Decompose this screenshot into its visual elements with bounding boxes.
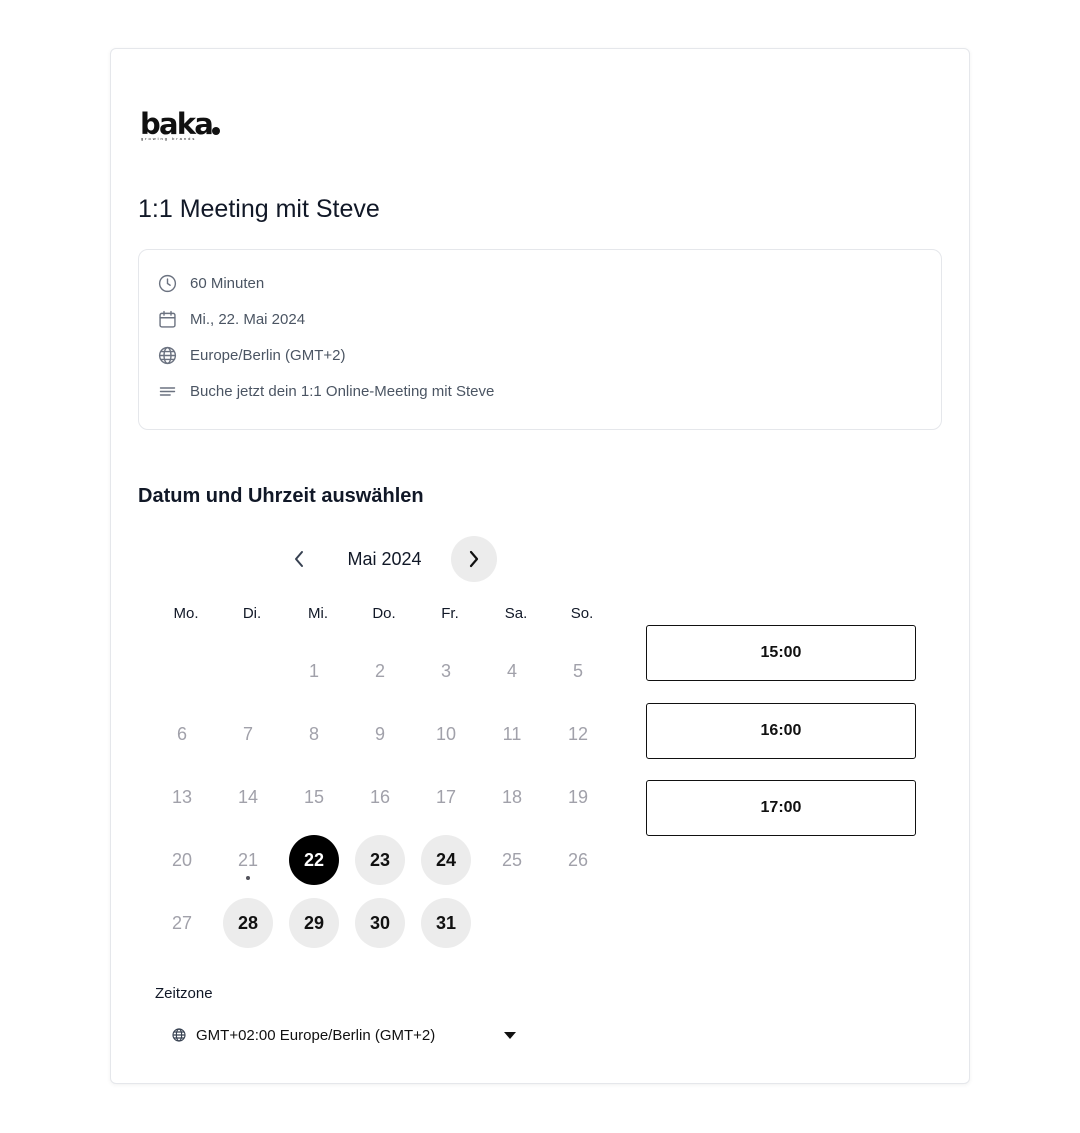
logo-wordmark: baka — [140, 107, 214, 141]
calendar-day: 17 — [435, 786, 457, 807]
calendar-day: 6 — [176, 723, 187, 744]
booking-card: baka growing brands 1:1 Meeting mit Stev… — [110, 48, 970, 1084]
duration-row: 60 Minuten — [157, 273, 264, 294]
calendar-day[interactable]: 23 — [355, 835, 405, 885]
calendar-day: 27 — [171, 912, 193, 933]
timezone-select[interactable]: GMT+02:00 Europe/Berlin (GMT+2) — [171, 1019, 516, 1051]
date-time-section-title: Datum und Uhrzeit auswählen — [138, 485, 424, 507]
timezone-select-value: GMT+02:00 Europe/Berlin (GMT+2) — [196, 1026, 436, 1044]
calendar-icon — [159, 310, 176, 328]
calendar-day: 12 — [567, 723, 589, 744]
calendar-day: 9 — [374, 723, 385, 744]
logo-dot — [212, 127, 220, 135]
next-month-button[interactable] — [451, 536, 497, 582]
text-lines-icon — [159, 387, 176, 396]
chevron-left-icon — [295, 551, 303, 567]
timezone-text: Europe/Berlin (GMT+2) — [190, 347, 346, 364]
calendar-day: 16 — [369, 786, 391, 807]
caret-down-icon — [504, 1031, 516, 1039]
calendar-day: 8 — [308, 723, 319, 744]
prev-month-button[interactable] — [287, 539, 311, 579]
timezone-label: Zeitzone — [155, 985, 213, 1002]
description-text: Buche jetzt dein 1:1 Online-Meeting mit … — [190, 383, 495, 400]
date-text: Mi., 22. Mai 2024 — [190, 311, 306, 328]
calendar-day[interactable]: 28 — [223, 898, 273, 948]
calendar-day: 26 — [567, 849, 589, 870]
timezone-row: Europe/Berlin (GMT+2) — [157, 345, 345, 366]
time-slot-button[interactable]: 15:00 — [646, 625, 916, 681]
calendar-day: 19 — [567, 786, 589, 807]
calendar-day: 25 — [501, 849, 523, 870]
calendar-day: 11 — [502, 723, 522, 744]
calendar-day: 14 — [237, 786, 259, 807]
weekday-label: Do. — [372, 605, 396, 622]
calendar-day: 18 — [501, 786, 523, 807]
calendar-day: 15 — [303, 786, 325, 807]
weekday-label: Mo. — [173, 605, 199, 622]
brand-logo: baka growing brands — [140, 109, 230, 145]
calendar-day: 10 — [435, 723, 457, 744]
clock-icon — [158, 274, 177, 293]
weekday-label: Mi. — [308, 605, 328, 622]
date-row: Mi., 22. Mai 2024 — [157, 309, 305, 330]
month-label: Mai 2024 — [347, 549, 422, 569]
calendar-day[interactable]: 22 — [289, 835, 339, 885]
event-title: 1:1 Meeting mit Steve — [138, 195, 380, 223]
calendar-day: 13 — [171, 786, 193, 807]
calendar-day: 7 — [242, 723, 253, 744]
time-slot-button[interactable]: 17:00 — [646, 780, 916, 836]
calendar-day[interactable]: 24 — [421, 835, 471, 885]
calendar-day: 1 — [308, 660, 319, 681]
weekday-label: Sa. — [504, 605, 528, 622]
duration-text: 60 Minuten — [190, 275, 265, 292]
today-indicator-dot — [246, 876, 250, 880]
logo-tagline: growing brands — [141, 136, 197, 141]
event-details-box: 60 Minuten Mi., 22. Mai 2024 Europe/Berl… — [138, 249, 942, 430]
globe-icon — [172, 1028, 186, 1042]
calendar-day[interactable]: 31 — [421, 898, 471, 948]
weekday-label: Di. — [242, 605, 262, 622]
description-row: Buche jetzt dein 1:1 Online-Meeting mit … — [157, 381, 494, 402]
calendar-day: 4 — [506, 660, 517, 681]
weekday-label: Fr. — [441, 605, 459, 622]
calendar-day[interactable]: 29 — [289, 898, 339, 948]
chevron-right-icon — [469, 550, 479, 568]
globe-icon — [158, 346, 177, 365]
calendar-day: 5 — [572, 660, 583, 681]
time-slot-button[interactable]: 16:00 — [646, 702, 916, 759]
calendar-day: 20 — [171, 849, 193, 870]
calendar-day: 3 — [440, 660, 451, 681]
calendar-day[interactable]: 30 — [355, 898, 405, 948]
calendar-day: 2 — [374, 660, 385, 681]
weekday-label: So. — [570, 605, 594, 622]
